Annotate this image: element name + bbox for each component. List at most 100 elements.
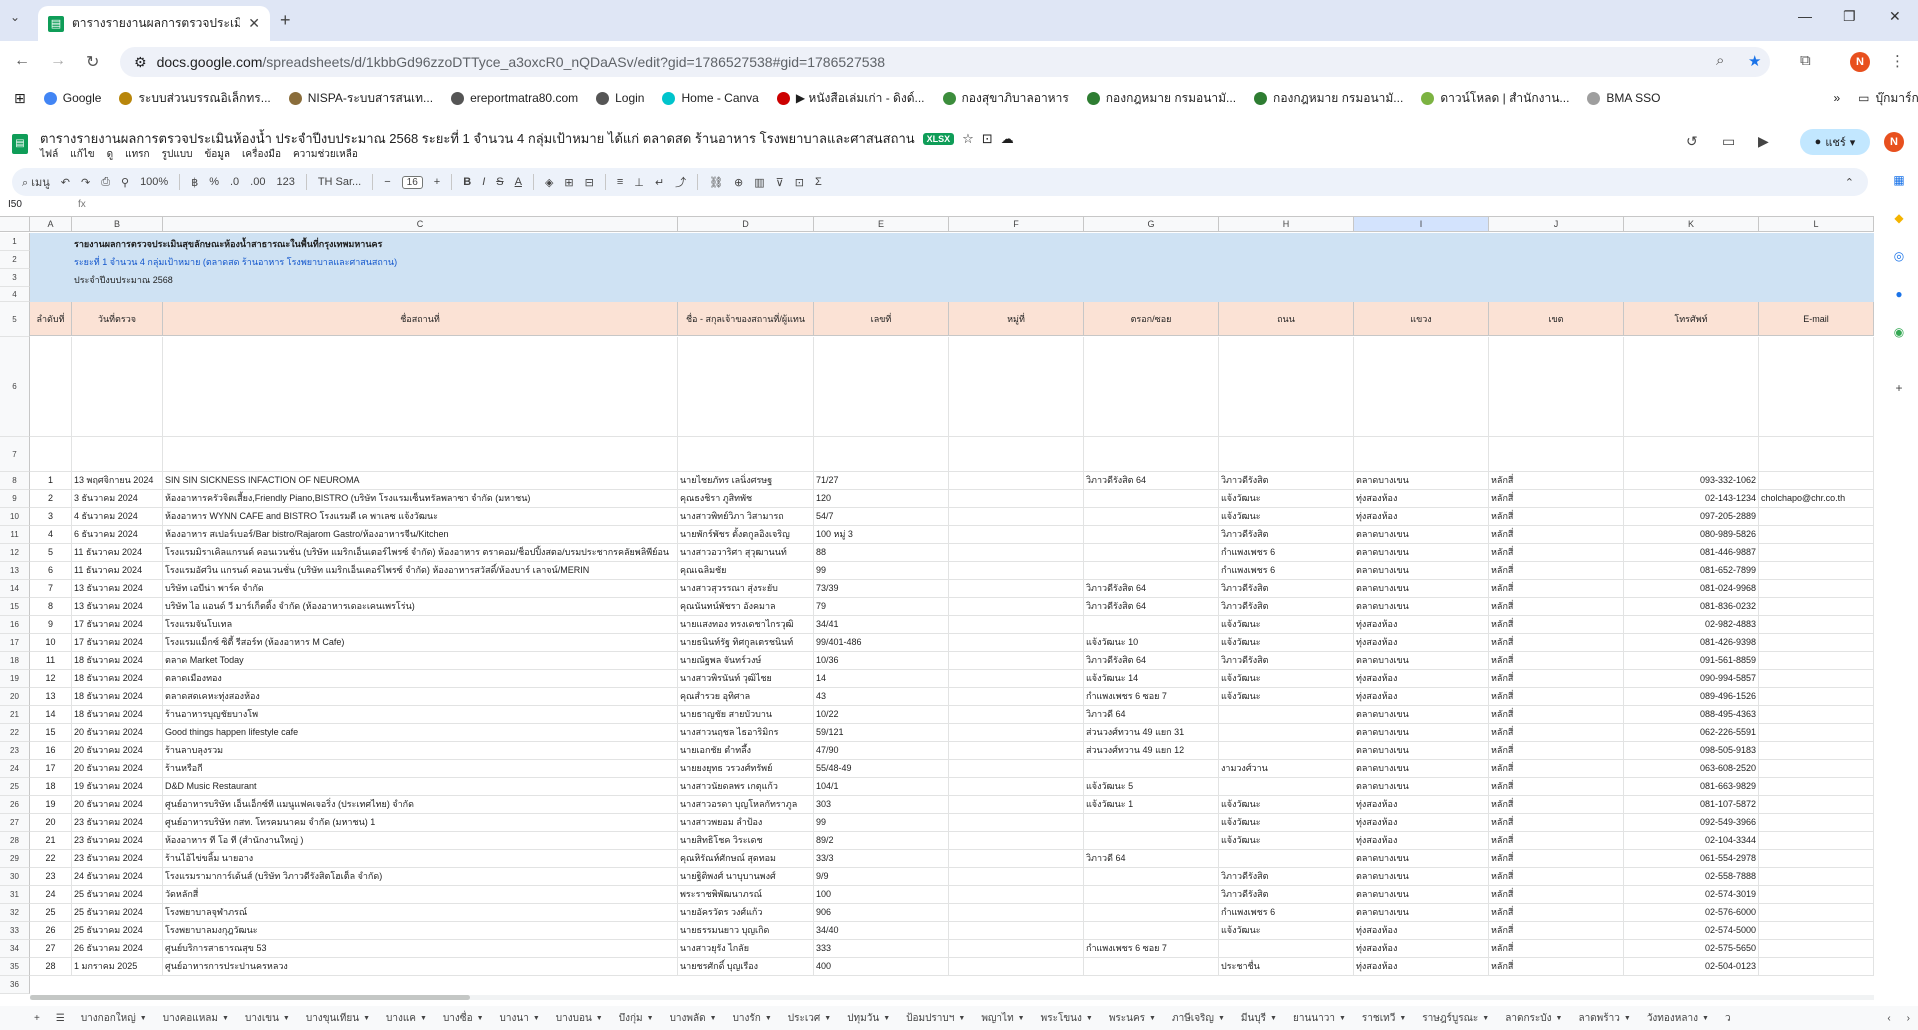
table-cell[interactable]: 23 ธันวาคม 2024 bbox=[72, 814, 163, 832]
table-cell[interactable]: นางสาวอวาริศา สุวุฒานนท์ bbox=[678, 544, 814, 562]
table-cell[interactable]: คุณสำรวย อุทิศาล bbox=[678, 688, 814, 706]
table-cell[interactable]: 14 bbox=[814, 670, 949, 688]
table-cell[interactable]: 26 ธันวาคม 2024 bbox=[72, 940, 163, 958]
table-cell[interactable]: 100 bbox=[814, 886, 949, 904]
table-cell[interactable]: แจ้งวัฒนะ bbox=[1219, 832, 1354, 850]
bookmark-item[interactable]: ▶ หนังสือเล่มเก่า - ดิงด์... bbox=[776, 89, 925, 108]
table-cell[interactable]: คุณธงชิรา ภูสิทพัช bbox=[678, 490, 814, 508]
table-cell[interactable]: ร้านอาหารบุญชัยบางโพ bbox=[163, 706, 678, 724]
sheet-tab[interactable]: ป้อมปราบฯ ▼ bbox=[898, 1006, 973, 1030]
table-cell[interactable]: หลักสี่ bbox=[1489, 850, 1624, 868]
table-cell[interactable]: นายอัครวัตร วงศ์แก้ว bbox=[678, 904, 814, 922]
table-cell[interactable]: 11 bbox=[30, 652, 72, 670]
table-cell[interactable]: 098-505-9183 bbox=[1624, 742, 1759, 760]
table-cell[interactable]: งามวงศ์วาน bbox=[1219, 760, 1354, 778]
table-cell[interactable]: 081-446-9887 bbox=[1624, 544, 1759, 562]
table-cell[interactable]: 13 bbox=[30, 688, 72, 706]
row-header[interactable]: 36 bbox=[0, 976, 30, 994]
empty-cell[interactable] bbox=[72, 437, 163, 472]
bookmark-item[interactable]: กองกฎหมาย กรมอนามั... bbox=[1086, 89, 1236, 108]
table-cell[interactable]: 120 bbox=[814, 490, 949, 508]
chevron-down-icon[interactable]: ▼ bbox=[222, 1015, 229, 1022]
table-cell[interactable]: 081-107-5872 bbox=[1624, 796, 1759, 814]
table-cell[interactable]: หลักสี่ bbox=[1489, 922, 1624, 940]
table-cell[interactable]: บริษัท ไอ แอนด์ วี มาร์เก็ตติ้ง จำกัด (ห… bbox=[163, 598, 678, 616]
table-cell[interactable] bbox=[1759, 760, 1874, 778]
row-header[interactable]: 27 bbox=[0, 814, 30, 832]
table-cell[interactable]: 20 bbox=[30, 814, 72, 832]
table-cell[interactable]: ร้านหรือกี bbox=[163, 760, 678, 778]
table-cell[interactable]: ศูนย์บริการสาธารณสุข 53 bbox=[163, 940, 678, 958]
table-cell[interactable] bbox=[1759, 868, 1874, 886]
row-header[interactable]: 28 bbox=[0, 832, 30, 850]
sheet-tab[interactable]: บางบอน ▼ bbox=[548, 1006, 611, 1030]
table-cell[interactable]: 10 bbox=[30, 634, 72, 652]
table-cell[interactable] bbox=[1759, 688, 1874, 706]
row-header[interactable]: 7 bbox=[0, 437, 30, 472]
table-cell[interactable] bbox=[949, 544, 1084, 562]
table-cell[interactable] bbox=[949, 580, 1084, 598]
table-cell[interactable]: หลักสี่ bbox=[1489, 724, 1624, 742]
table-cell[interactable]: 99/401-486 bbox=[814, 634, 949, 652]
table-cell[interactable] bbox=[1759, 634, 1874, 652]
table-cell[interactable] bbox=[1759, 706, 1874, 724]
table-cell[interactable]: แจ้งวัฒนะ bbox=[1219, 922, 1354, 940]
table-cell[interactable]: ตลาดบางเขน bbox=[1354, 760, 1489, 778]
empty-cell[interactable] bbox=[1489, 337, 1624, 437]
table-cell[interactable]: นายพักร์พัชร ตั้งตกูลอิงเจริญ bbox=[678, 526, 814, 544]
row-header[interactable]: 30 bbox=[0, 868, 30, 886]
table-cell[interactable]: ส่วนวงศ์ทวาน 49 แยก 31 bbox=[1084, 724, 1219, 742]
table-cell[interactable]: 090-994-5857 bbox=[1624, 670, 1759, 688]
text-color-icon[interactable]: A bbox=[515, 176, 522, 188]
table-cell[interactable]: 17 bbox=[30, 760, 72, 778]
table-cell[interactable] bbox=[949, 814, 1084, 832]
sheets-logo[interactable]: ▤ bbox=[12, 134, 28, 154]
table-cell[interactable]: ตลาดบางเขน bbox=[1354, 850, 1489, 868]
table-cell[interactable] bbox=[1759, 670, 1874, 688]
currency-button[interactable]: ฿ bbox=[191, 176, 198, 189]
table-cell[interactable]: แจ้งวัฒนะ bbox=[1219, 814, 1354, 832]
table-cell[interactable]: 089-496-1526 bbox=[1624, 688, 1759, 706]
sheet-tab[interactable]: พระโขนง ▼ bbox=[1033, 1006, 1101, 1030]
table-cell[interactable]: 33/3 bbox=[814, 850, 949, 868]
empty-cell[interactable] bbox=[30, 337, 72, 437]
table-cell[interactable]: หลักสี่ bbox=[1489, 904, 1624, 922]
table-cell[interactable]: หลักสี่ bbox=[1489, 526, 1624, 544]
insert-link-icon[interactable]: ⛓ bbox=[709, 176, 723, 189]
document-title[interactable]: ตารางรายงานผลการตรวจประเมินห้องน้ำ ประจำ… bbox=[40, 128, 915, 149]
table-cell[interactable]: 9/9 bbox=[814, 868, 949, 886]
table-cell[interactable] bbox=[949, 940, 1084, 958]
table-cell[interactable]: วิภาวดี 64 bbox=[1084, 850, 1219, 868]
all-bookmarks-folder[interactable]: ▭บุ๊กมาร์กทั้งหมด bbox=[1858, 89, 1918, 108]
sheet-tab[interactable]: วังทองหลาง ▼ bbox=[1639, 1006, 1717, 1030]
table-cell[interactable]: ทุ่งสองห้อง bbox=[1354, 958, 1489, 976]
italic-icon[interactable]: I bbox=[482, 176, 485, 188]
row-header[interactable]: 26 bbox=[0, 796, 30, 814]
chevron-down-icon[interactable]: ▼ bbox=[1399, 1015, 1406, 1022]
table-cell[interactable] bbox=[1084, 616, 1219, 634]
row-header[interactable]: 6 bbox=[0, 337, 30, 437]
table-cell[interactable]: นายชรศักดิ์ บุญเรือง bbox=[678, 958, 814, 976]
bookmark-item[interactable]: กองสุขาภิบาลอาหาร bbox=[942, 89, 1069, 108]
table-cell[interactable]: 19 ธันวาคม 2024 bbox=[72, 778, 163, 796]
table-cell[interactable] bbox=[1219, 850, 1354, 868]
row-header[interactable]: 18 bbox=[0, 652, 30, 670]
table-cell[interactable]: 02-504-0123 bbox=[1624, 958, 1759, 976]
table-cell[interactable]: 25 ธันวาคม 2024 bbox=[72, 886, 163, 904]
table-cell[interactable]: 6 bbox=[30, 562, 72, 580]
table-cell[interactable]: 27 bbox=[30, 940, 72, 958]
table-cell[interactable]: โรงแรมอัศวิน แกรนด์ คอนเวนชั่น (บริษัท แ… bbox=[163, 562, 678, 580]
share-button[interactable]: ● แชร์ ▾ bbox=[1800, 129, 1870, 155]
chevron-down-icon[interactable]: ▼ bbox=[958, 1015, 965, 1022]
table-cell[interactable]: 10/36 bbox=[814, 652, 949, 670]
table-cell[interactable]: 5 bbox=[30, 544, 72, 562]
table-cell[interactable] bbox=[1759, 562, 1874, 580]
table-cell[interactable]: นายแสงทอง ทรงเดชาไกรวุฒิ bbox=[678, 616, 814, 634]
scrollbar-thumb[interactable] bbox=[30, 995, 470, 1000]
table-cell[interactable]: 99 bbox=[814, 814, 949, 832]
empty-cell[interactable] bbox=[163, 337, 678, 437]
row-header[interactable]: 23 bbox=[0, 742, 30, 760]
table-cell[interactable]: หลักสี่ bbox=[1489, 760, 1624, 778]
table-cell[interactable]: 18 ธันวาคม 2024 bbox=[72, 652, 163, 670]
maps-icon[interactable]: ◉ bbox=[1892, 325, 1906, 339]
